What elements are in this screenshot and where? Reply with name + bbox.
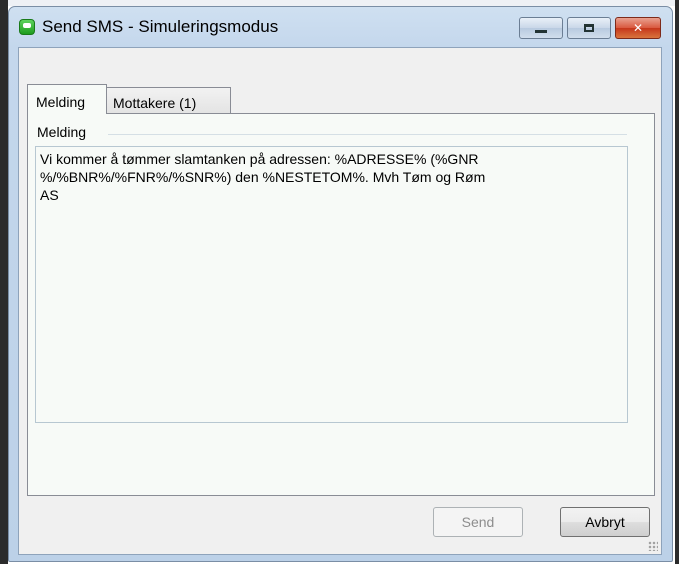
- minimize-icon: [535, 29, 547, 33]
- cancel-button[interactable]: Avbryt: [560, 507, 650, 537]
- message-group-label: Melding: [37, 124, 87, 140]
- maximize-button[interactable]: [567, 17, 611, 39]
- close-button[interactable]: ✕: [615, 17, 661, 39]
- message-textarea[interactable]: Vi kommer å tømmer slamtanken på adresse…: [35, 146, 628, 423]
- sms-chat-icon: [19, 19, 35, 35]
- send-button[interactable]: Send: [433, 507, 523, 537]
- send-sms-dialog: Send SMS - Simuleringsmodus ✕ Melding Mo…: [8, 6, 673, 562]
- maximize-icon: [584, 24, 594, 32]
- tab-mottakere[interactable]: Mottakere (1): [107, 87, 231, 114]
- group-divider: [108, 134, 627, 135]
- minimize-button[interactable]: [519, 17, 563, 39]
- dialog-client-area: Melding Mottakere (1) Melding Vi kommer …: [18, 47, 662, 555]
- desktop-edge-right: [675, 0, 679, 564]
- title-bar[interactable]: Send SMS - Simuleringsmodus ✕: [9, 7, 672, 47]
- close-icon: ✕: [632, 21, 644, 35]
- tab-melding[interactable]: Melding: [27, 84, 107, 114]
- desktop-edge-left: [0, 0, 8, 564]
- window-title: Send SMS - Simuleringsmodus: [42, 17, 279, 36]
- tab-panel-melding: Melding Vi kommer å tømmer slamtanken på…: [27, 113, 655, 496]
- resize-grip-icon[interactable]: [648, 541, 658, 551]
